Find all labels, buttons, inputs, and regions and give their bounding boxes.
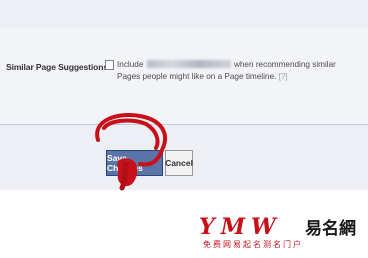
include-suggestions-checkbox[interactable]: [105, 60, 114, 70]
description-prefix: Include: [117, 60, 144, 69]
help-link[interactable]: [?]: [279, 72, 288, 81]
similar-page-suggestions-label: Similar Page Suggestions: [6, 62, 108, 72]
redacted-page-name: [146, 60, 231, 68]
watermark-latin: YMW: [199, 214, 282, 240]
suggestions-description: Include when recommending similar Pages …: [117, 59, 361, 82]
watermark-logo: YMW 易名網 免费网易起名测名门户: [199, 214, 356, 249]
watermark-tagline: 免费网易起名测名门户: [203, 239, 303, 249]
watermark-cjk: 易名網: [305, 218, 356, 239]
section-divider: [0, 124, 368, 125]
cancel-button[interactable]: Cancel: [165, 150, 193, 176]
save-changes-button[interactable]: Save Changes: [106, 150, 163, 176]
